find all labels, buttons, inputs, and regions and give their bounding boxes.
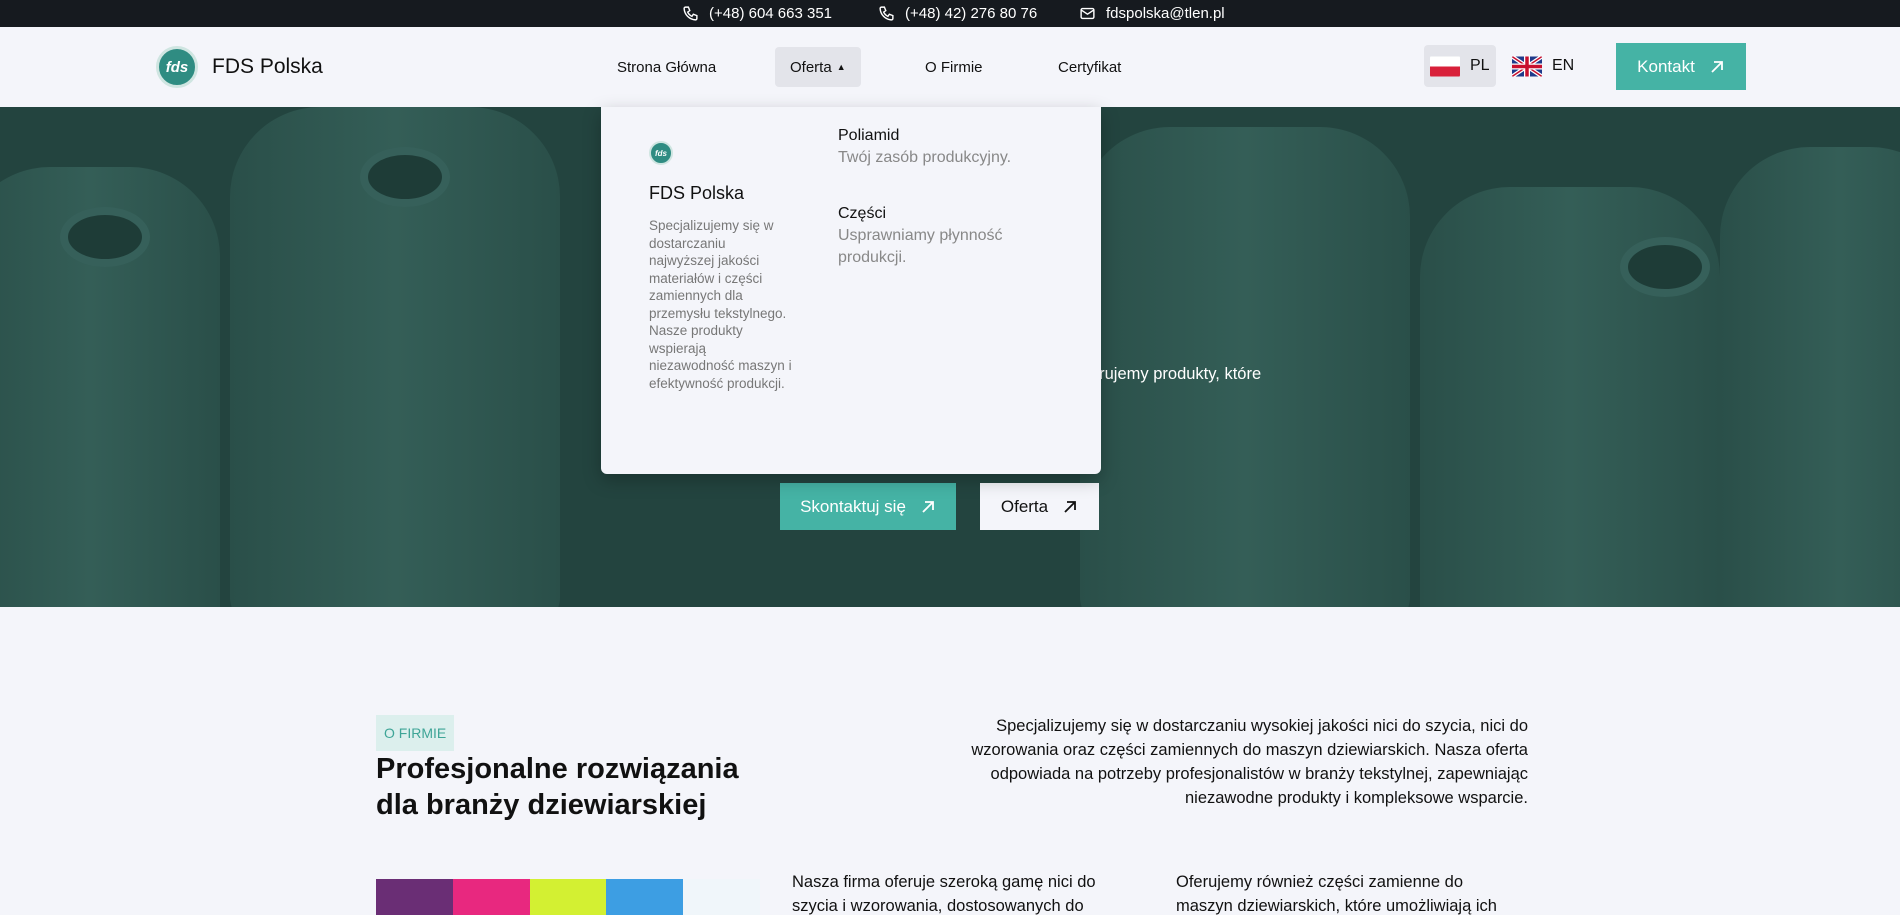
contact-button-label: Kontakt [1637, 56, 1695, 76]
section-badge: O FIRMIE [376, 715, 455, 751]
uk-flag-icon [1512, 55, 1542, 77]
arrow-up-right-icon [1064, 500, 1077, 513]
dropdown-item-parts[interactable]: Części Usprawniamy płynność produkcji. [838, 203, 1068, 269]
mail-icon [1080, 7, 1095, 20]
nav-about[interactable]: O Firmie [915, 47, 993, 87]
nav-offer[interactable]: Oferta ▲ [775, 47, 861, 87]
arrow-up-right-icon [922, 500, 934, 513]
offer-button-label: Oferta [1000, 496, 1049, 516]
offer-dropdown-menu: fds FDS Polska Specjalizujemy się w dost… [601, 107, 1101, 474]
language-pl[interactable]: PL [1424, 45, 1496, 87]
language-en[interactable]: EN [1506, 45, 1580, 87]
brand-logo[interactable]: fds FDS Polska [156, 46, 323, 88]
spool-top [60, 207, 150, 267]
nav-certificate[interactable]: Certyfikat [1048, 47, 1131, 87]
top-contact-bar: (+48) 604 663 351 (+48) 42) 276 80 76 fd… [0, 0, 1900, 27]
phone-2-text: (+48) 42) 276 80 76 [905, 5, 1038, 22]
spool-top [1620, 237, 1710, 297]
spool-image [1720, 147, 1900, 607]
about-title: Profesjonalne rozwiązania dla branży dzi… [376, 753, 739, 821]
language-pl-label: PL [1470, 57, 1490, 74]
contact-button[interactable]: Kontakt [1616, 43, 1746, 90]
poland-flag-icon [1430, 56, 1460, 76]
dropdown-item-subtitle: Usprawniamy płynność produkcji. [838, 227, 1003, 266]
fds-logo-icon: fds [649, 141, 673, 165]
about-intro: Specjalizujemy się w dostarczaniu wysoki… [971, 717, 1528, 807]
contact-us-label: Skontaktuj się [800, 496, 906, 516]
phone-1-text: (+48) 604 663 351 [709, 5, 833, 22]
chevron-up-icon: ▲ [836, 62, 846, 72]
dropdown-item-subtitle: Twój zasób produkcyjny. [838, 149, 1012, 166]
dropdown-item-title: Poliamid [838, 127, 900, 144]
email-link[interactable]: fdspolska@tlen.pl [1079, 0, 1225, 27]
dropdown-item-polyamide[interactable]: Poliamid Twój zasób produkcyjny. [838, 125, 1068, 169]
dropdown-brand: FDS Polska [649, 183, 745, 203]
phone-icon [879, 6, 894, 21]
phone-1[interactable]: (+48) 604 663 351 [682, 0, 832, 27]
arrow-up-right-icon [1711, 60, 1723, 73]
contact-us-button[interactable]: Skontaktuj się [780, 483, 956, 530]
phone-2[interactable]: (+48) 42) 276 80 76 [878, 0, 1037, 27]
nav-home[interactable]: Strona Główna [607, 47, 726, 87]
email-text: fdspolska@tlen.pl [1106, 5, 1225, 22]
nav-offer-label: Oferta [790, 58, 832, 76]
spool-top [360, 147, 450, 207]
dropdown-item-title: Części [838, 205, 887, 222]
offer-button[interactable]: Oferta [980, 483, 1099, 530]
brand-name: FDS Polska [212, 55, 323, 78]
thread-cones-image [376, 879, 760, 915]
main-navigation: fds FDS Polska Strona Główna Oferta ▲ O … [0, 27, 1900, 107]
phone-icon [683, 6, 698, 21]
language-en-label: EN [1552, 57, 1575, 74]
about-column-2: Oferujemy również części zamienne do mas… [1176, 873, 1497, 915]
about-column-1: Nasza firma oferuje szeroką gamę nici do… [792, 873, 1096, 915]
fds-logo-icon: fds [156, 46, 198, 88]
dropdown-description: Specjalizujemy się w dostarczaniu najwyż… [649, 218, 792, 391]
